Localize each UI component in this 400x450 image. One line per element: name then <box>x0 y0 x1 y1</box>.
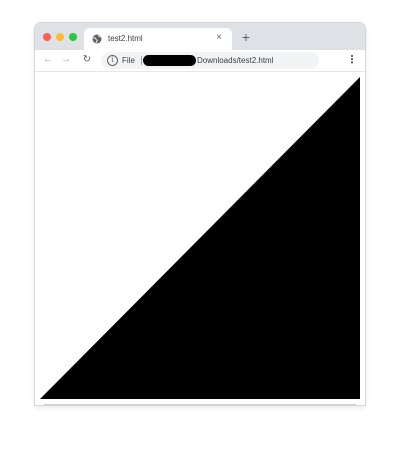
redaction-mark <box>143 55 196 66</box>
globe-icon <box>92 34 102 44</box>
url-path: Downloads/test2.html <box>197 56 274 65</box>
more-menu-icon[interactable]: ⋮ <box>346 53 358 67</box>
maximize-window-button[interactable] <box>69 33 77 41</box>
page-canvas <box>40 77 360 399</box>
black-triangle <box>40 77 360 399</box>
tab-test2[interactable]: test2.html × <box>84 28 232 50</box>
close-window-button[interactable] <box>43 33 51 41</box>
new-tab-button[interactable]: + <box>239 30 253 44</box>
back-button[interactable]: ← <box>41 53 55 67</box>
scheme-label: File <box>122 56 135 65</box>
info-icon[interactable]: i <box>107 55 118 66</box>
browser-window: test2.html × + ← → ↻ i File Downloads/te… <box>35 23 365 405</box>
address-divider <box>141 56 142 65</box>
window-bottom-edge <box>44 404 356 405</box>
minimize-window-button[interactable] <box>56 33 64 41</box>
tab-title: test2.html <box>108 34 143 43</box>
address-bar[interactable]: i File Downloads/test2.html ☆ <box>101 52 319 69</box>
page-viewport <box>35 72 365 405</box>
forward-button[interactable]: → <box>59 53 73 67</box>
tab-bar: test2.html × + <box>35 23 365 50</box>
reload-button[interactable]: ↻ <box>80 53 94 67</box>
close-tab-icon[interactable]: × <box>212 31 226 45</box>
browser-toolbar: ← → ↻ i File Downloads/test2.html ☆ ⋮ <box>35 50 365 72</box>
